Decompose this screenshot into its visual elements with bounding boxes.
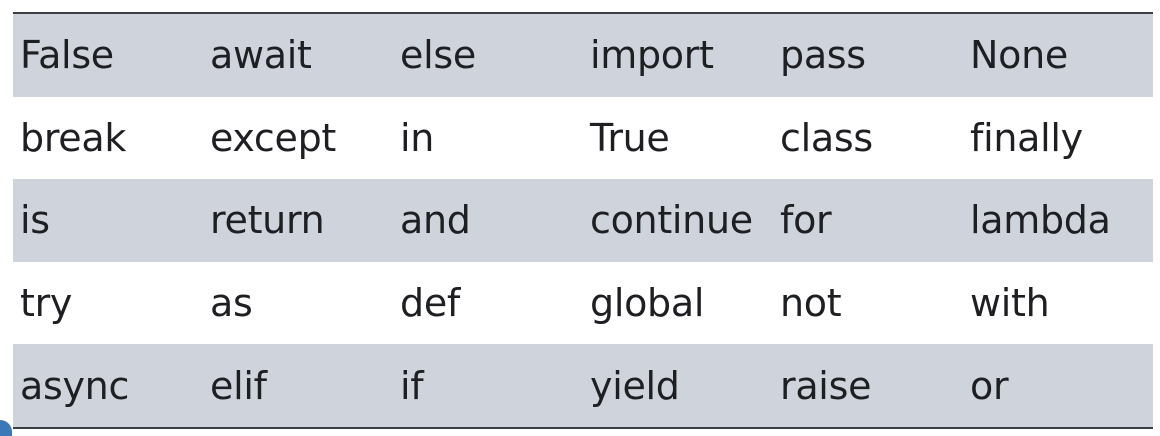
table-row: async elif if yield raise or [13,344,1153,428]
keyword-cell: None [963,13,1153,97]
keyword-cell: not [773,261,963,345]
keyword-cell: if [393,344,583,428]
keyword-cell: yield [583,344,773,428]
keyword-cell: class [773,96,963,180]
keyword-cell: try [13,261,203,345]
table-row: is return and continue for lambda [13,179,1153,262]
keyword-cell: except [203,96,393,180]
keyword-cell: return [203,179,393,262]
keyword-cell: is [13,179,203,262]
slide-page: False await else import pass None break … [0,0,1160,436]
keyword-cell: global [583,261,773,345]
keyword-cell: with [963,261,1153,345]
keyword-cell: finally [963,96,1153,180]
keyword-cell: or [963,344,1153,428]
keyword-cell: else [393,13,583,97]
keyword-cell: as [203,261,393,345]
keyword-cell: True [583,96,773,180]
keyword-cell: elif [203,344,393,428]
python-keywords-table: False await else import pass None break … [13,12,1153,429]
keyword-cell: break [13,96,203,180]
keyword-cell: await [203,13,393,97]
keyword-cell: in [393,96,583,180]
table-row: False await else import pass None [13,13,1153,97]
keyword-cell: def [393,261,583,345]
corner-decoration [0,420,12,436]
keyword-cell: lambda [963,179,1153,262]
keyword-cell: for [773,179,963,262]
keyword-cell: continue [583,179,773,262]
table-row: try as def global not with [13,261,1153,345]
keyword-cell: False [13,13,203,97]
keyword-cell: raise [773,344,963,428]
keyword-cell: and [393,179,583,262]
keyword-cell: pass [773,13,963,97]
keyword-cell: async [13,344,203,428]
keyword-cell: import [583,13,773,97]
table-row: break except in True class finally [13,96,1153,180]
